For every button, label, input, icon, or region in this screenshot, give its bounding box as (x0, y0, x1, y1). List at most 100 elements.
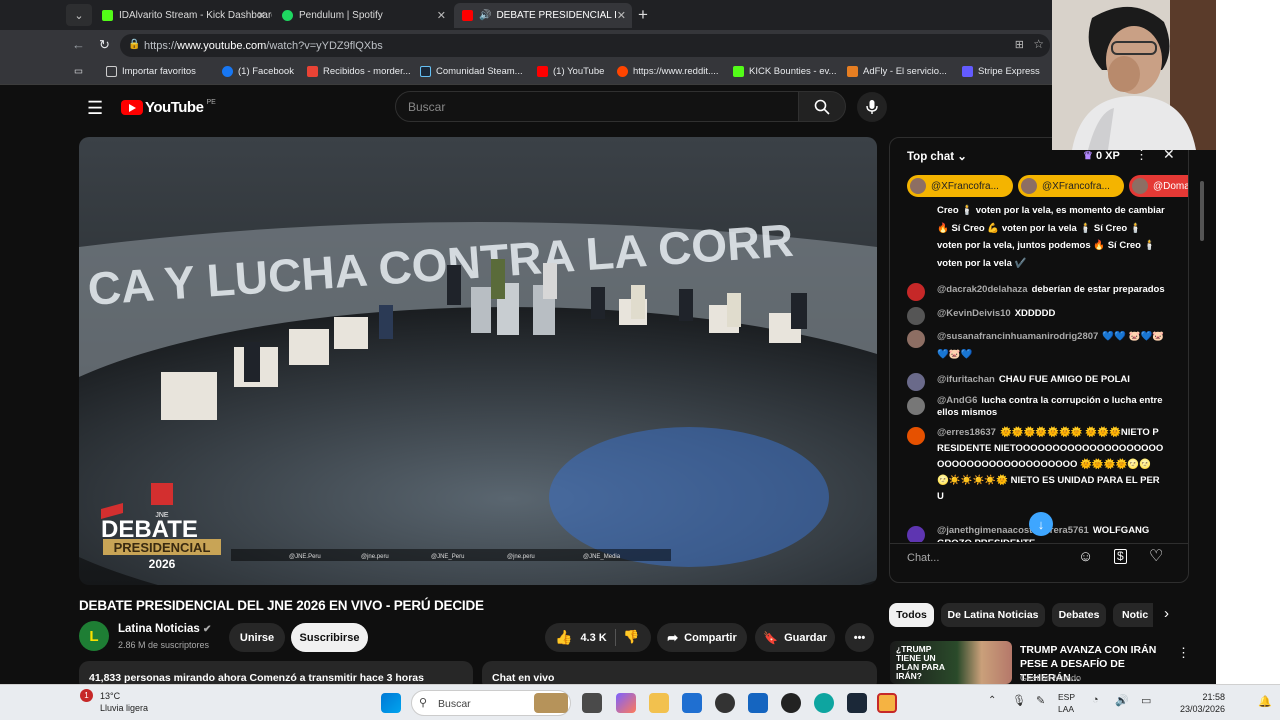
close-icon[interactable]: ✕ (437, 9, 446, 22)
close-icon[interactable]: ✕ (257, 9, 266, 22)
message-author[interactable]: @erres18637 (937, 427, 996, 438)
bookmark-youtube[interactable]: (1) YouTube (537, 66, 604, 77)
app-icon[interactable] (715, 693, 735, 713)
edge-icon[interactable] (814, 693, 834, 713)
live-chat-toggle[interactable]: Chat en vivo (482, 661, 877, 684)
tab-youtube[interactable]: 🔊 DEBATE PRESIDENCIAL DEL JNE 2026 EN VI… (454, 3, 632, 28)
xp-badge[interactable]: ♛ 0 XP (1083, 149, 1120, 162)
weather-widget[interactable]: 13°C Lluvia ligera (78, 690, 148, 714)
chevron-right-icon[interactable]: › (1164, 605, 1169, 622)
chip-from-channel[interactable]: De Latina Noticias (941, 603, 1045, 627)
language-indicator[interactable]: ESP LAA (1058, 691, 1075, 715)
bookmark-label: AdFly - El servicio... (863, 66, 947, 77)
message-author[interactable]: @dacrak20delahaza (937, 284, 1028, 295)
favorite-star-icon[interactable]: ☆ (1033, 37, 1044, 51)
pen-icon[interactable]: ✎ (1036, 694, 1045, 707)
like-icon[interactable]: 👍 (555, 629, 572, 646)
task-view-icon[interactable] (582, 693, 602, 713)
chip-news[interactable]: Notic (1113, 603, 1153, 627)
youtube-logo[interactable]: YouTube PE (121, 99, 216, 116)
chip-debates[interactable]: Debates (1052, 603, 1106, 627)
new-tab-button[interactable]: + (638, 5, 648, 25)
description-box[interactable]: 41,833 personas mirando ahora Comenzó a … (79, 661, 473, 684)
heart-icon[interactable]: ♡ (1149, 546, 1163, 566)
avatar[interactable] (907, 283, 925, 301)
avatar[interactable] (907, 373, 925, 391)
bell-icon[interactable]: 🔔 (1258, 695, 1272, 708)
system-clock[interactable]: 21:58 23/03/2026 (1180, 691, 1225, 715)
microphone-icon[interactable]: 🎙 (1012, 694, 1026, 707)
app-icon[interactable] (877, 693, 897, 713)
like-count[interactable]: 4.3 K (580, 632, 606, 644)
video-player[interactable]: CA Y LUCHA CONTRA LA CORR JNE DEBATE PRE… (79, 137, 877, 585)
volume-icon[interactable]: 🔊 (1115, 694, 1129, 707)
save-label: Guardar (784, 631, 827, 644)
close-icon[interactable]: ✕ (617, 9, 626, 22)
emoji-icon[interactable]: ☺ (1078, 548, 1093, 565)
tab-kick[interactable]: IDAlvarito Stream - Kick Dashboard ✕ (94, 3, 272, 28)
avatar[interactable] (907, 307, 925, 325)
avatar[interactable] (907, 526, 925, 542)
bookmark-gmail[interactable]: Recibidos - morder... (307, 66, 411, 77)
bookmark-kick[interactable]: KICK Bounties - ev... (733, 66, 836, 77)
pinned-ticker[interactable]: @Doma (1129, 175, 1188, 197)
voice-search-button[interactable] (857, 92, 887, 122)
message-author[interactable]: @ifuritachan (937, 374, 995, 385)
chat-mode-dropdown[interactable]: Top chat ⌄ (907, 149, 967, 163)
wifi-icon[interactable]: ◔ (1092, 694, 1099, 706)
join-button[interactable]: Unirse (229, 623, 285, 652)
more-vertical-icon[interactable]: ⋮ (1177, 645, 1190, 661)
avatar[interactable] (907, 397, 925, 415)
address-bar[interactable]: 🔒 https://www.youtube.com/watch?v=yYDZ9f… (120, 34, 1050, 57)
pinned-ticker[interactable]: @XFrancofra... (907, 175, 1013, 197)
chrome-icon[interactable] (781, 693, 801, 713)
save-button[interactable]: 🔖 Guardar (755, 623, 835, 652)
message-author[interactable]: @susanafrancinhuamanirodrig2807 (937, 331, 1098, 342)
pinned-ticker[interactable]: @XFrancofra... (1018, 175, 1124, 197)
bookmark-import[interactable]: Importar favoritos (106, 66, 196, 77)
copilot-icon[interactable] (616, 693, 636, 713)
speaker-icon[interactable]: 🔊 (479, 10, 491, 21)
reload-icon[interactable]: ↻ (99, 37, 110, 53)
recommended-video[interactable]: ¿TRUMP TIENE UN PLAN PARA IRÁN? TRUMP AV… (890, 641, 1190, 684)
reading-icon[interactable]: ▭ (74, 66, 83, 77)
bookmark-reddit[interactable]: https://www.reddit.... (617, 66, 719, 77)
channel-name[interactable]: Latina Noticias ✔ (118, 623, 211, 635)
video-thumbnail[interactable]: ¿TRUMP TIENE UN PLAN PARA IRÁN? (890, 641, 1012, 684)
message-author[interactable]: @AndG6 (937, 395, 977, 406)
message-author[interactable]: @janethgimenaacostaferrera5761 (937, 525, 1089, 536)
file-explorer-icon[interactable] (649, 693, 669, 713)
chat-message: Creo 🕯️ voten por la vela, es momento de… (937, 202, 1165, 272)
windows-start-icon[interactable] (381, 693, 401, 713)
search-button[interactable] (798, 91, 846, 122)
tab-spotify[interactable]: Pendulum | Spotify ✕ (274, 3, 452, 28)
scroll-to-bottom-button[interactable]: ↓ (1029, 512, 1053, 536)
bookmark-stripe[interactable]: Stripe Express (962, 66, 1040, 77)
super-chat-icon[interactable]: $ (1114, 549, 1127, 564)
bookmark-steam[interactable]: Comunidad Steam... (420, 66, 523, 77)
message-author[interactable]: @KevinDeivis10 (937, 308, 1011, 319)
subscribe-button[interactable]: Suscribirse (291, 623, 368, 652)
search-input[interactable]: Buscar (395, 91, 799, 122)
more-actions-button[interactable]: ••• (845, 623, 874, 652)
app-icon[interactable] (748, 693, 768, 713)
chip-all[interactable]: Todos (889, 603, 934, 627)
avatar[interactable] (907, 330, 925, 348)
bookmark-facebook[interactable]: (1) Facebook (222, 66, 294, 77)
page-scrollbar[interactable] (1200, 181, 1204, 241)
chat-input[interactable]: Chat... (907, 552, 939, 564)
steam-icon[interactable] (847, 693, 867, 713)
battery-icon[interactable]: ▭ (1141, 694, 1151, 707)
bookmark-adfly[interactable]: AdFly - El servicio... (847, 66, 947, 77)
avatar[interactable] (907, 427, 925, 445)
recommended-channel[interactable]: Gestión Mundo (1020, 673, 1081, 683)
back-icon[interactable]: ← (72, 37, 85, 52)
share-button[interactable]: ➦ Compartir (657, 623, 747, 652)
chevron-up-icon[interactable]: ⌃ (988, 695, 996, 706)
dislike-icon[interactable]: 👎 (623, 629, 639, 645)
tab-list-button[interactable]: ⌄ (66, 4, 92, 26)
store-icon[interactable] (682, 693, 702, 713)
channel-avatar[interactable]: L (79, 621, 109, 651)
menu-icon[interactable]: ☰ (87, 98, 103, 119)
apps-icon[interactable]: ⊞ (1015, 38, 1024, 51)
